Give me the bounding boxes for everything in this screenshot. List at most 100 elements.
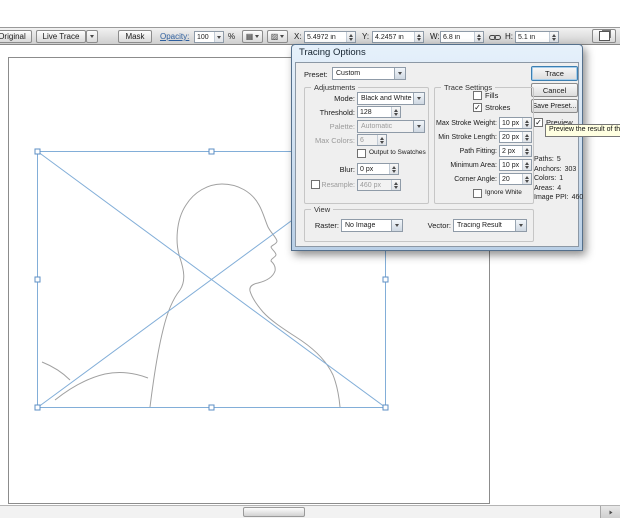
w-stepper[interactable] — [474, 32, 483, 42]
selection-handle[interactable] — [208, 404, 215, 411]
path-fitting-value: 2 px — [502, 147, 516, 155]
threshold-field[interactable]: 128 — [357, 106, 401, 118]
max-colors-stepper — [377, 135, 386, 145]
x-field[interactable]: 5.4972 in — [304, 31, 356, 43]
raster-view-button[interactable]: ▦ — [242, 30, 263, 43]
minimum-area-label: Minimum Area: — [450, 161, 497, 169]
stat-image-ppi: Image PPI: 460 — [534, 193, 583, 203]
preview-tooltip: Preview the result of the current s — [545, 124, 620, 137]
view-legend: View — [311, 205, 334, 214]
fills-checkbox[interactable] — [473, 91, 482, 100]
stat-value: 1 — [559, 175, 564, 183]
y-field[interactable]: 4.2457 in — [372, 31, 424, 43]
mask-button[interactable]: Mask — [118, 30, 152, 43]
palette-dropdown: Automatic — [357, 120, 425, 133]
minimum-area-field[interactable]: 10 px — [499, 159, 532, 171]
h-field[interactable]: 5.1 in — [515, 31, 559, 43]
max-stroke-weight-field[interactable]: 10 px — [499, 117, 532, 129]
stat-anchors: Anchors: 303 — [534, 165, 583, 175]
stepper-up-icon — [392, 165, 396, 169]
stepper-down-icon — [394, 112, 398, 116]
dock-panel-button[interactable] — [592, 29, 616, 43]
scrollbar-corner[interactable] — [600, 506, 620, 518]
h-stepper[interactable] — [549, 32, 558, 42]
x-stepper[interactable] — [346, 32, 355, 42]
resample-checkbox[interactable] — [311, 180, 320, 189]
y-label: Y: — [362, 32, 370, 41]
ignore-white-checkbox[interactable] — [473, 189, 482, 198]
live-trace-presets-arrow[interactable] — [86, 30, 98, 43]
stat-areas: Areas: 4 — [534, 184, 583, 194]
stat-value: 303 — [564, 165, 577, 173]
original-view-button[interactable]: Original — [0, 30, 32, 43]
path-fitting-field[interactable]: 2 px — [499, 145, 532, 157]
resample-value: 460 px — [360, 181, 382, 189]
y-stepper[interactable] — [414, 32, 423, 42]
minimum-area-value: 10 px — [502, 161, 520, 169]
w-field[interactable]: 6.8 in — [440, 31, 484, 43]
x-value: 5.4972 in — [307, 33, 336, 41]
max-stroke-weight-stepper[interactable] — [522, 118, 531, 128]
save-preset-button[interactable]: Save Preset... — [531, 99, 578, 113]
selection-handle[interactable] — [208, 148, 215, 155]
stat-label: Anchors: — [534, 165, 562, 173]
stat-label: Colors: — [534, 175, 557, 183]
preset-dropdown[interactable]: Custom — [332, 67, 406, 80]
preview-checkbox[interactable]: ✓ — [534, 118, 543, 127]
stepper-down-icon — [525, 179, 529, 183]
min-stroke-length-field[interactable]: 20 px — [499, 131, 532, 143]
minimum-area-stepper[interactable] — [522, 160, 531, 170]
blur-field[interactable]: 0 px — [357, 163, 399, 175]
max-colors-label: Max Colors: — [314, 135, 355, 145]
output-to-swatches-checkbox[interactable] — [357, 149, 366, 158]
selection-handle[interactable] — [382, 276, 389, 283]
corner-angle-stepper[interactable] — [522, 174, 531, 184]
w-label: W: — [430, 32, 440, 41]
cancel-button[interactable]: Cancel — [531, 83, 578, 97]
corner-angle-field[interactable]: 20 — [499, 173, 532, 185]
h-label: H: — [505, 32, 513, 41]
live-trace-button[interactable]: Live Trace — [36, 30, 86, 43]
max-stroke-weight-label: Max Stroke Weight: — [436, 119, 497, 127]
opacity-link[interactable]: Opacity: — [160, 32, 189, 41]
live-trace-label: Live Trace — [42, 32, 80, 41]
corner-angle-label: Corner Angle: — [454, 175, 497, 183]
opacity-dropdown[interactable] — [214, 32, 223, 42]
stepper-up-icon — [417, 33, 421, 37]
stepper-down-icon — [392, 169, 396, 173]
threshold-stepper[interactable] — [391, 107, 400, 117]
selection-handle[interactable] — [34, 404, 41, 411]
blur-label: Blur: — [339, 164, 355, 174]
blur-stepper[interactable] — [389, 164, 398, 174]
h-value: 5.1 in — [518, 33, 536, 41]
chevron-down-icon — [255, 35, 260, 38]
stepper-down-icon — [552, 37, 556, 41]
chevron-down-icon — [417, 97, 421, 100]
stepper-down-icon — [417, 37, 421, 41]
vector-dropdown[interactable]: Tracing Result — [453, 219, 527, 232]
stepper-down-icon — [349, 37, 353, 41]
mode-dropdown[interactable]: Black and White — [357, 92, 425, 105]
constrain-proportions-icon[interactable] — [489, 32, 502, 42]
min-stroke-length-stepper[interactable] — [522, 132, 531, 142]
vector-view-button[interactable]: ▨ — [267, 30, 288, 43]
strokes-checkbox[interactable]: ✓ — [473, 103, 482, 112]
raster-dropdown[interactable]: No Image — [341, 219, 403, 232]
opacity-field[interactable]: 100 — [194, 31, 224, 43]
corner-angle-value: 20 — [502, 175, 510, 183]
view-group: View Raster: No Image Vector: Tracing Re… — [304, 205, 534, 242]
dialog-title[interactable]: Tracing Options — [292, 45, 582, 62]
mask-label: Mask — [125, 32, 145, 41]
selection-handle[interactable] — [34, 148, 41, 155]
horizontal-scrollbar[interactable] — [0, 505, 620, 518]
resample-label: Resample: — [321, 181, 355, 189]
scrollbar-thumb[interactable] — [243, 507, 305, 517]
selection-handle[interactable] — [34, 276, 41, 283]
selection-handle[interactable] — [382, 404, 389, 411]
stepper-up-icon — [477, 33, 481, 37]
path-fitting-stepper[interactable] — [522, 146, 531, 156]
trace-button[interactable]: Trace — [531, 66, 578, 81]
max-colors-value: 6 — [360, 136, 364, 144]
trace-settings-group: Trace Settings Fills ✓ Strokes Max Strok… — [434, 83, 534, 204]
palette-label: Palette: — [329, 121, 355, 131]
